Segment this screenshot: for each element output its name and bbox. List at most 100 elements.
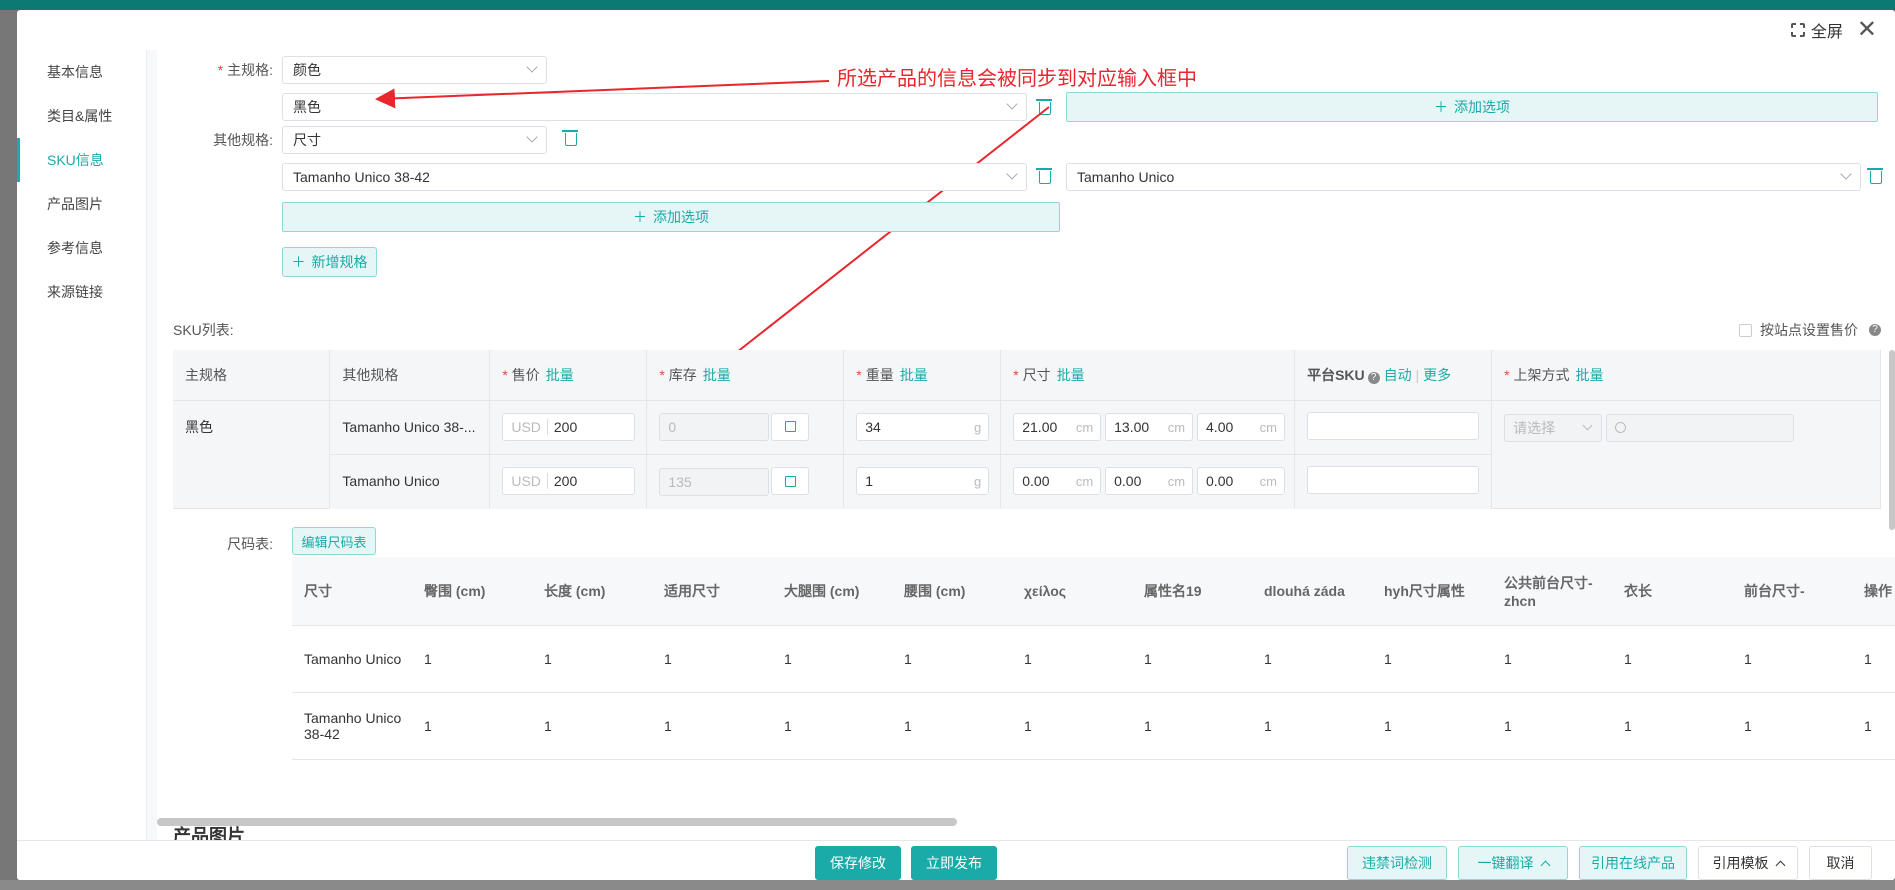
- platform-sku-input[interactable]: [1307, 411, 1480, 440]
- main-content: * 主规格: 颜色 黑色 ＋添加选项 所选产品的信息会被同步到对应输入框中 其他…: [147, 50, 1895, 840]
- size-chart-cell: 1: [1252, 625, 1372, 693]
- batch-weight-link[interactable]: 批量: [900, 367, 928, 383]
- nav-sku-info[interactable]: SKU信息: [17, 138, 146, 182]
- publish-button[interactable]: 立即发布: [911, 846, 997, 880]
- site-price-toggle[interactable]: 按站点设置售价 ?: [1739, 320, 1881, 340]
- stock-input: 0: [659, 413, 770, 442]
- main-option-select[interactable]: 黑色: [282, 93, 1027, 121]
- chevron-down-icon: [526, 131, 538, 143]
- cancel-button[interactable]: 取消: [1809, 846, 1872, 880]
- add-option-label: 添加选项: [1454, 99, 1510, 115]
- price-input[interactable]: USD 200: [502, 413, 636, 441]
- nav-basic-info[interactable]: 基本信息: [17, 50, 146, 94]
- save-button[interactable]: 保存修改: [815, 846, 901, 880]
- col-weight: * 重量 批量: [843, 350, 1002, 401]
- horizontal-scrollbar[interactable]: [157, 818, 957, 826]
- platform-sku-input[interactable]: [1307, 465, 1480, 494]
- size-chart-cell: 1: [1732, 625, 1852, 693]
- add-other-option-button[interactable]: ＋ 添加选项: [282, 202, 1060, 232]
- size-chart-cell: 1: [772, 625, 892, 693]
- weight-input[interactable]: 34 g: [856, 413, 990, 441]
- delete-icon[interactable]: [562, 130, 578, 146]
- cite-template-button[interactable]: 引用模板: [1698, 846, 1798, 880]
- stock-input: 135: [659, 467, 770, 496]
- size-chart-cell: 1: [1852, 625, 1895, 693]
- add-main-option-button[interactable]: ＋ 添加选项: [1066, 92, 1878, 122]
- main-spec-value: 颜色: [293, 62, 321, 78]
- col-other-spec: 其他规格: [329, 350, 491, 401]
- chevron-down-icon: [526, 61, 538, 73]
- chevron-down-icon: [1582, 420, 1593, 431]
- batch-stock-link[interactable]: 批量: [703, 367, 731, 383]
- edit-product-modal: 全屏 ✕ 基本信息 类目&属性 SKU信息 产品图片 参考信息 来源链接 * 主规…: [17, 10, 1895, 880]
- size-chart-header: 尺寸 臀围 (cm) 长度 (cm) 适用尺寸 大腿围 (cm) 腰围 (cm) χείλο…: [292, 557, 1895, 626]
- size-chart-cell: 1: [1372, 625, 1492, 693]
- size-col-header: dlouhá záda: [1252, 557, 1372, 626]
- fullscreen-icon: [1789, 22, 1806, 38]
- size-col-header: 衣长: [1612, 557, 1732, 626]
- price-input[interactable]: USD 200: [502, 467, 636, 496]
- nav-category-attributes[interactable]: 类目&属性: [17, 94, 146, 138]
- auto-sku-link[interactable]: 自动: [1384, 367, 1412, 383]
- size-chart-cell: 1: [532, 692, 652, 760]
- sku-main-value: 黑色: [173, 400, 331, 509]
- plus-icon: ＋: [1434, 99, 1448, 115]
- size-chart-cell: 1: [892, 692, 1012, 760]
- length-input[interactable]: 21.00 cm: [1013, 413, 1102, 441]
- delete-icon[interactable]: [1036, 99, 1052, 115]
- size-chart-cell: 1: [1492, 625, 1612, 693]
- schedule-time-input: [1605, 413, 1794, 442]
- listing-method-select[interactable]: 请选择: [1504, 414, 1603, 442]
- more-sku-link[interactable]: 更多: [1423, 367, 1451, 383]
- add-spec-button[interactable]: ＋ 新增规格: [282, 247, 377, 277]
- nav-source-links[interactable]: 来源链接: [17, 270, 146, 314]
- edit-stock-button[interactable]: [771, 412, 810, 441]
- other-spec-label: 其他规格:: [213, 132, 273, 148]
- edit-size-chart-button[interactable]: 编辑尺码表: [292, 527, 376, 555]
- banned-words-check-button[interactable]: 违禁词检测: [1347, 846, 1447, 880]
- nav-reference-info[interactable]: 参考信息: [17, 226, 146, 270]
- chevron-down-icon: [1840, 168, 1852, 180]
- close-icon[interactable]: ✕: [1857, 18, 1877, 42]
- size-chart-cell: 1: [1852, 692, 1895, 760]
- batch-size-link[interactable]: 批量: [1057, 367, 1085, 383]
- batch-price-link[interactable]: 批量: [546, 367, 574, 383]
- size-chart-cell: 1: [892, 625, 1012, 693]
- size-col-header: 属性名19: [1132, 557, 1252, 626]
- fullscreen-button[interactable]: 全屏: [1789, 18, 1843, 42]
- plus-icon: ＋: [291, 254, 306, 270]
- sku-other-value: Tamanho Unico: [329, 454, 491, 508]
- cite-online-product-button[interactable]: 引用在线产品: [1579, 846, 1687, 880]
- delete-icon[interactable]: [1867, 168, 1883, 184]
- size-chart-row: Tamanho Unico 1 1 1 1 1 1 1 1 1 1 1 1 1: [292, 625, 1895, 693]
- size-chart-cell: 1: [1372, 692, 1492, 760]
- weight-input[interactable]: 1g: [856, 467, 990, 496]
- size-col-header: 适用尺寸: [652, 557, 772, 626]
- delete-icon[interactable]: [1036, 168, 1052, 184]
- help-icon: ?: [1367, 371, 1380, 384]
- arrow-to-stock: [700, 106, 1050, 381]
- height-input[interactable]: 0.00 cm: [1197, 467, 1286, 496]
- edit-stock-button[interactable]: [771, 467, 810, 495]
- main-spec-select[interactable]: 颜色: [282, 56, 547, 84]
- nav-product-images[interactable]: 产品图片: [17, 182, 146, 226]
- translate-button[interactable]: 一键翻译: [1458, 846, 1568, 880]
- site-price-checkbox[interactable]: [1739, 323, 1752, 337]
- length-input[interactable]: 0.00 cm: [1013, 467, 1102, 496]
- other-option-select-2[interactable]: Tamanho Unico: [1066, 163, 1861, 191]
- size-chart-cell: 1: [1252, 692, 1372, 760]
- width-input[interactable]: 0.00 cm: [1105, 467, 1194, 496]
- sku-table: 主规格 其他规格 * 售价 批量 * 库存 批量 * 重量 批量 * 尺寸 批量 平台SKU? 自…: [173, 350, 1881, 509]
- height-input[interactable]: 4.00 cm: [1197, 413, 1286, 441]
- batch-listing-link[interactable]: 批量: [1576, 367, 1604, 383]
- size-chart-cell: 1: [1132, 692, 1252, 760]
- width-input[interactable]: 13.00 cm: [1105, 413, 1194, 441]
- other-option-select-1[interactable]: Tamanho Unico 38-42: [282, 163, 1027, 191]
- other-option-value: Tamanho Unico: [1077, 169, 1175, 185]
- size-chart-cell: 1: [412, 692, 532, 760]
- col-platform-sku: 平台SKU? 自动 | 更多: [1294, 350, 1493, 401]
- other-spec-select[interactable]: 尺寸: [282, 126, 547, 154]
- main-option-value: 黑色: [293, 99, 321, 115]
- size-chart-label: 尺码表:: [227, 536, 273, 552]
- vertical-scrollbar[interactable]: [1889, 350, 1895, 530]
